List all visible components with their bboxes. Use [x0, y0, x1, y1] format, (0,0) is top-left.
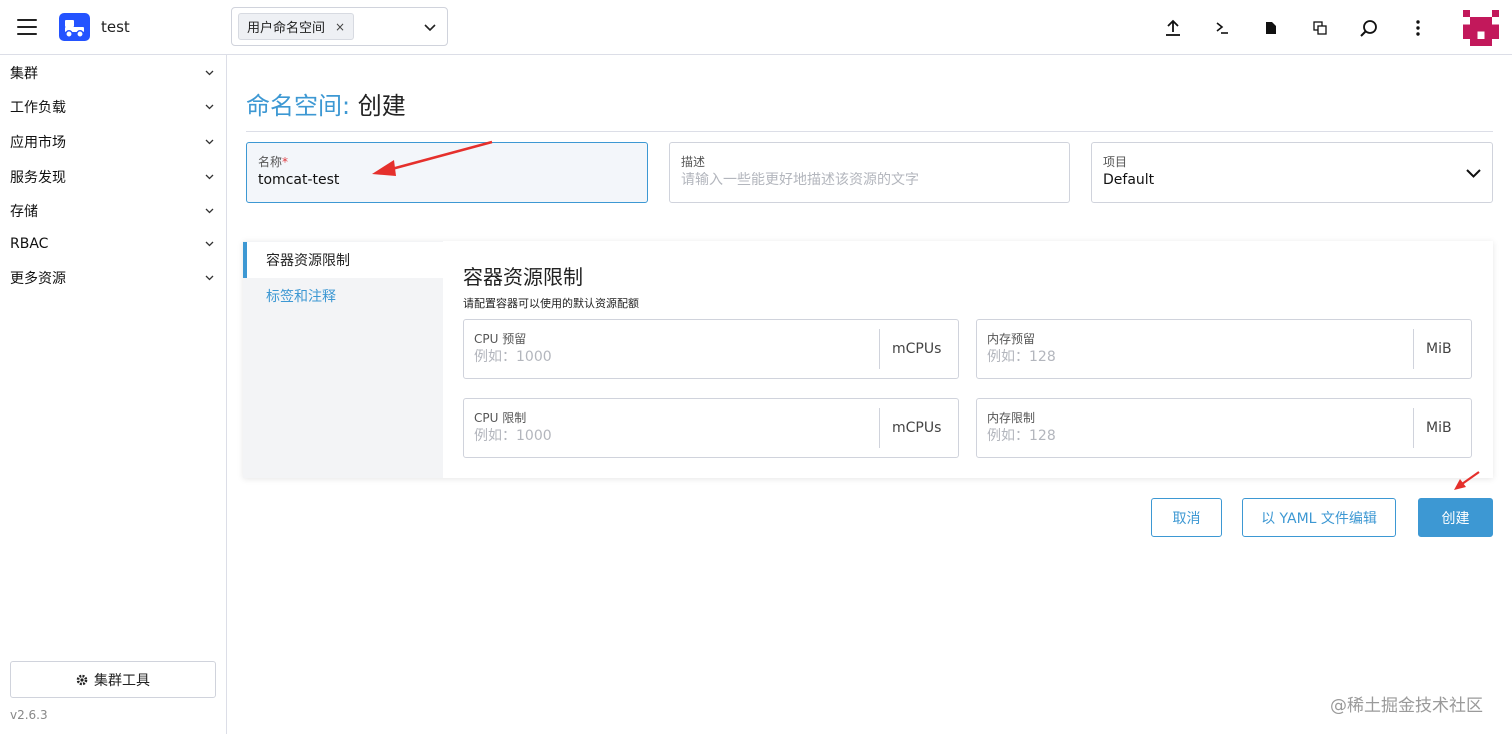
unit-separator	[879, 408, 880, 448]
unit-separator	[1413, 408, 1414, 448]
sidebar-item-rbac[interactable]: RBAC	[0, 227, 226, 261]
copy-icon[interactable]	[1295, 14, 1344, 42]
chevron-down-icon	[205, 241, 214, 247]
tab-labels-annotations[interactable]: 标签和注释	[243, 278, 443, 314]
name-label: 名称*	[258, 153, 288, 170]
cluster-tools-button[interactable]: 集群工具	[10, 661, 216, 698]
page-title-action: 创建	[357, 92, 406, 120]
create-button[interactable]: 创建	[1418, 498, 1493, 537]
sidebar-item-label: 工作负载	[10, 100, 66, 116]
version-label: v2.6.3	[10, 708, 48, 722]
tab-nav: 容器资源限制 标签和注释	[243, 241, 443, 478]
cpu-limit-unit: mCPUs	[892, 420, 942, 436]
chevron-down-icon	[205, 208, 214, 214]
chip-remove-icon[interactable]: ×	[335, 20, 345, 34]
project-label: 项目	[1103, 155, 1128, 169]
cpu-reservation-unit: mCPUs	[892, 341, 942, 357]
more-vert-icon[interactable]	[1393, 14, 1442, 42]
file-icon[interactable]	[1246, 14, 1295, 42]
description-field[interactable]: 描述	[669, 142, 1070, 203]
memory-reservation-input[interactable]	[987, 349, 1377, 365]
memory-limit-field[interactable]: 内存限制 MiB	[976, 398, 1472, 458]
sidebar-item-cluster[interactable]: 集群	[0, 56, 226, 90]
sidebar-item-storage[interactable]: 存储	[0, 194, 226, 228]
memory-reservation-label: 内存预留	[987, 332, 1036, 346]
top-header: test 用户命名空间 ×	[0, 0, 1512, 55]
user-avatar[interactable]	[1463, 10, 1499, 46]
namespace-filter[interactable]: 用户命名空间 ×	[231, 7, 448, 46]
description-input[interactable]	[681, 172, 1041, 188]
name-field[interactable]: 名称*	[246, 142, 648, 203]
section-subtitle: 请配置容器可以使用的默认资源配额	[463, 297, 639, 310]
chevron-down-icon	[205, 139, 214, 145]
chevron-down-icon[interactable]	[422, 19, 438, 35]
cpu-limit-label: CPU 限制	[474, 411, 527, 425]
cpu-limit-input[interactable]	[474, 428, 864, 444]
cpu-reservation-field[interactable]: CPU 预留 mCPUs	[463, 319, 959, 379]
page-title: 命名空间: 创建	[246, 86, 406, 121]
cluster-name[interactable]: test	[101, 18, 130, 36]
memory-limit-unit: MiB	[1426, 420, 1452, 436]
resource-panel: 容器资源限制 标签和注释 容器资源限制 请配置容器可以使用的默认资源配额 CPU…	[243, 241, 1493, 478]
cancel-button[interactable]: 取消	[1151, 498, 1222, 537]
sidebar-item-label: RBAC	[10, 236, 49, 252]
unit-separator	[879, 329, 880, 369]
cpu-reservation-label: CPU 预留	[474, 332, 527, 346]
cpu-limit-field[interactable]: CPU 限制 mCPUs	[463, 398, 959, 458]
namespace-chip-label: 用户命名空间	[247, 21, 326, 36]
chevron-down-icon	[205, 275, 214, 281]
sidebar-item-label: 存储	[10, 204, 38, 220]
chevron-down-icon	[205, 104, 214, 110]
sidebar-item-service-discovery[interactable]: 服务发现	[0, 160, 226, 194]
sidebar-item-label: 服务发现	[10, 170, 66, 186]
sidebar-item-more-resources[interactable]: 更多资源	[0, 261, 226, 295]
gear-icon	[76, 674, 88, 685]
chevron-down-icon	[205, 174, 214, 180]
description-label: 描述	[681, 155, 706, 169]
cluster-logo[interactable]	[59, 13, 90, 41]
namespace-chip: 用户命名空间 ×	[238, 13, 355, 40]
sidebar: 集群 工作负载 应用市场 服务发现 存储 RBAC 更多资源 集群工具 v2.6…	[0, 55, 227, 734]
sidebar-item-label: 集群	[10, 66, 38, 82]
name-label-text: 名称	[258, 155, 283, 169]
section-title: 容器资源限制	[463, 265, 583, 289]
name-input[interactable]	[258, 172, 618, 188]
chevron-down-icon[interactable]	[1465, 165, 1482, 182]
tab-container-resource-limit[interactable]: 容器资源限制	[243, 242, 443, 278]
cpu-reservation-input[interactable]	[474, 349, 864, 365]
chevron-down-icon	[205, 70, 214, 76]
memory-limit-label: 内存限制	[987, 411, 1036, 425]
page-title-type: 命名空间:	[246, 92, 351, 120]
memory-reservation-field[interactable]: 内存预留 MiB	[976, 319, 1472, 379]
sidebar-item-label: 更多资源	[10, 271, 66, 287]
cluster-tools-label: 集群工具	[94, 672, 150, 689]
menu-icon[interactable]	[17, 19, 37, 35]
memory-limit-input[interactable]	[987, 428, 1377, 444]
watermark: @稀土掘金技术社区	[1330, 696, 1483, 716]
edit-yaml-button[interactable]: 以 YAML 文件编辑	[1242, 498, 1396, 537]
terminal-icon[interactable]	[1197, 14, 1246, 42]
header-actions	[1148, 14, 1442, 42]
upload-icon[interactable]	[1148, 14, 1197, 42]
search-icon[interactable]	[1344, 14, 1393, 42]
required-mark: *	[282, 155, 289, 169]
title-divider	[246, 131, 1493, 132]
project-select[interactable]: 项目 Default	[1091, 142, 1493, 203]
memory-reservation-unit: MiB	[1426, 341, 1452, 357]
project-value: Default	[1103, 172, 1155, 188]
sidebar-item-apps[interactable]: 应用市场	[0, 125, 226, 159]
sidebar-item-workloads[interactable]: 工作负载	[0, 90, 226, 124]
sidebar-item-label: 应用市场	[10, 135, 66, 151]
unit-separator	[1413, 329, 1414, 369]
